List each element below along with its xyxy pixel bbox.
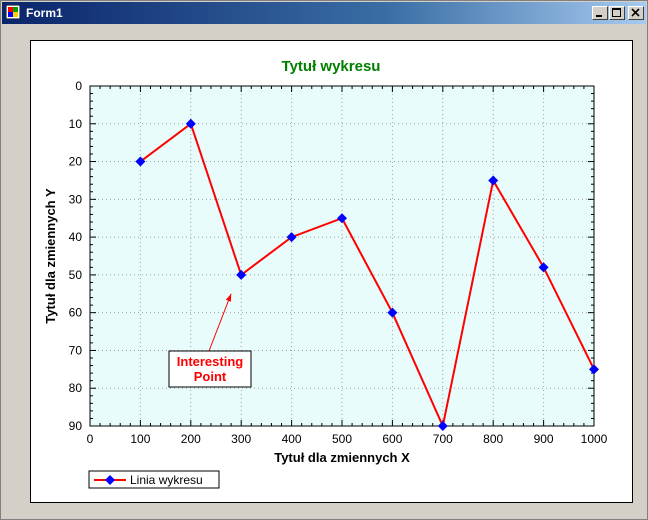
- y-tick-label: 0: [75, 79, 82, 93]
- y-tick-label: 90: [69, 419, 83, 433]
- x-tick-label: 0: [87, 432, 94, 446]
- line-chart: Tytuł wykresu 0 100 200 300 400 500 600 700 800 9…: [43, 58, 608, 489]
- maximize-icon: [612, 8, 621, 17]
- y-tick-label: 30: [69, 192, 83, 206]
- annotation-text-line: Point: [194, 369, 227, 384]
- form-client-area: Tytuł wykresu 0 100 200 300 400 500 600 700 800 9…: [5, 28, 643, 515]
- x-tick-label: 400: [282, 432, 302, 446]
- x-tick-label: 200: [181, 432, 201, 446]
- x-tick-label: 600: [382, 432, 402, 446]
- x-tick-label: 500: [332, 432, 352, 446]
- window-title: Form1: [26, 6, 63, 20]
- x-tick-label: 700: [433, 432, 453, 446]
- x-tick-label: 1000: [581, 432, 608, 446]
- close-button[interactable]: [628, 6, 644, 20]
- chart-title: Tytuł wykresu: [282, 58, 381, 75]
- y-tick-label: 50: [69, 268, 83, 282]
- y-tick-label: 60: [69, 306, 83, 320]
- y-tick-label: 10: [69, 117, 83, 131]
- y-tick-label: 20: [69, 155, 83, 169]
- y-tick-label: 80: [69, 381, 83, 395]
- close-icon: [631, 8, 640, 17]
- y-tick-label: 70: [69, 343, 83, 357]
- x-tick-label: 100: [130, 432, 150, 446]
- legend: Linia wykresu: [88, 470, 220, 489]
- x-axis-label: Tytuł dla zmiennych X: [274, 450, 410, 465]
- x-tick-label: 800: [483, 432, 503, 446]
- minimize-icon: [596, 15, 602, 17]
- title-bar[interactable]: Form1: [2, 2, 646, 24]
- y-axis-label: Tytuł dla zmiennych Y: [43, 188, 58, 324]
- y-tick-label: 40: [69, 230, 83, 244]
- maximize-button[interactable]: [609, 6, 625, 20]
- minimize-button[interactable]: [592, 6, 608, 20]
- window: Form1 Tytuł wykresu 0 100 200 300 400 500 600 7…: [0, 0, 648, 520]
- x-tick-label: 300: [231, 432, 251, 446]
- app-icon[interactable]: [6, 5, 20, 19]
- chart-panel[interactable]: Tytuł wykresu 0 100 200 300 400 500 600 700 800 9…: [30, 40, 633, 503]
- x-tick-label: 900: [534, 432, 554, 446]
- legend-label: Linia wykresu: [130, 473, 203, 487]
- annotation-text-line: Interesting: [177, 354, 244, 369]
